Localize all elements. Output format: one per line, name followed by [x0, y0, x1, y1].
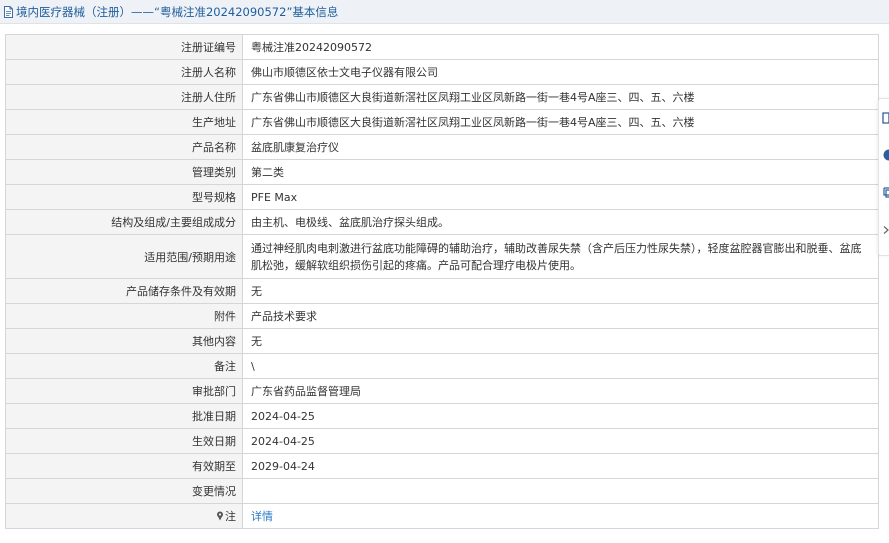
table-row: 注册证编号 粤械注准20242090572	[5, 34, 879, 60]
document-icon[interactable]	[881, 111, 889, 125]
page: 境内医疗器械（注册）——“粤械注准20242090572”基本信息 注册证编号 …	[0, 0, 889, 543]
note-label: 注	[225, 510, 236, 523]
table-row: 适用范围/预期用途 通过神经肌肉电刺激进行盆底功能障碍的辅助治疗，辅助改善尿失禁…	[5, 234, 879, 279]
table-row: 批准日期 2024-04-25	[5, 403, 879, 429]
side-toolbar	[878, 98, 889, 256]
table-row: 附件 产品技术要求	[5, 303, 879, 329]
row-label: 其他内容	[5, 328, 243, 354]
row-label: 审批部门	[5, 378, 243, 404]
row-label: 批准日期	[5, 403, 243, 429]
table-row: 其他内容 无	[5, 328, 879, 354]
table-row: 管理类别 第二类	[5, 159, 879, 185]
row-value: 广东省佛山市顺德区大良街道新滘社区凤翔工业区凤新路一街一巷4号A座三、四、五、六…	[242, 109, 879, 135]
row-value: 盆底肌康复治疗仪	[242, 134, 879, 160]
table-row: 生产地址 广东省佛山市顺德区大良街道新滘社区凤翔工业区凤新路一街一巷4号A座三、…	[5, 109, 879, 135]
row-value: 广东省佛山市顺德区大良街道新滘社区凤翔工业区凤新路一街一巷4号A座三、四、五、六…	[242, 84, 879, 110]
table-row: 有效期至 2029-04-24	[5, 453, 879, 479]
row-value: 产品技术要求	[242, 303, 879, 329]
row-label: 注册人名称	[5, 59, 243, 85]
info-icon[interactable]	[881, 148, 889, 162]
page-title: 境内医疗器械（注册）——“粤械注准20242090572”基本信息	[16, 4, 339, 19]
row-value: 通过神经肌肉电刺激进行盆底功能障碍的辅助治疗，辅助改善尿失禁（含产后压力性尿失禁…	[242, 234, 879, 279]
row-value: 无	[242, 278, 879, 304]
row-value: 2024-04-25	[242, 403, 879, 429]
info-table: 注册证编号 粤械注准20242090572 注册人名称 佛山市顺德区依士文电子仪…	[5, 34, 879, 529]
table-row: 注册人名称 佛山市顺德区依士文电子仪器有限公司	[5, 59, 879, 85]
row-value: 广东省药品监督管理局	[242, 378, 879, 404]
row-label: 结构及组成/主要组成成分	[5, 209, 243, 235]
table-row: 审批部门 广东省药品监督管理局	[5, 378, 879, 404]
row-label: 产品储存条件及有效期	[5, 278, 243, 304]
document-icon	[4, 5, 13, 18]
row-value: PFE Max	[242, 184, 879, 210]
row-value: 粤械注准20242090572	[242, 34, 879, 60]
table-row: 注册人住所 广东省佛山市顺德区大良街道新滘社区凤翔工业区凤新路一街一巷4号A座三…	[5, 84, 879, 110]
note-value-cell: 详情	[242, 503, 879, 529]
row-label: 产品名称	[5, 134, 243, 160]
row-value: 第二类	[242, 159, 879, 185]
row-value: 2024-04-25	[242, 428, 879, 454]
table-row: 型号规格 PFE Max	[5, 184, 879, 210]
row-label: 有效期至	[5, 453, 243, 479]
details-link[interactable]: 详情	[251, 510, 273, 523]
table-row: 产品储存条件及有效期 无	[5, 278, 879, 304]
row-label: 生产地址	[5, 109, 243, 135]
table-row: 结构及组成/主要组成成分 由主机、电极线、盆底肌治疗探头组成。	[5, 209, 879, 235]
row-label: 注册证编号	[5, 34, 243, 60]
row-label: 管理类别	[5, 159, 243, 185]
table-row: 备注 \	[5, 353, 879, 379]
row-value: \	[242, 353, 879, 379]
pin-icon	[217, 511, 223, 521]
row-value	[242, 478, 879, 504]
note-label-cell: 注	[5, 503, 243, 529]
row-label: 备注	[5, 353, 243, 379]
row-label: 适用范围/预期用途	[5, 234, 243, 279]
row-value: 无	[242, 328, 879, 354]
table-row: 生效日期 2024-04-25	[5, 428, 879, 454]
row-label: 注册人住所	[5, 84, 243, 110]
row-label: 变更情况	[5, 478, 243, 504]
row-label: 生效日期	[5, 428, 243, 454]
copy-icon[interactable]	[881, 185, 889, 199]
row-label: 型号规格	[5, 184, 243, 210]
table-row: 产品名称 盆底肌康复治疗仪	[5, 134, 879, 160]
row-value: 佛山市顺德区依士文电子仪器有限公司	[242, 59, 879, 85]
row-value: 由主机、电极线、盆底肌治疗探头组成。	[242, 209, 879, 235]
chevron-right-icon[interactable]	[881, 223, 889, 237]
table-row: 变更情况	[5, 478, 879, 504]
header-bar: 境内医疗器械（注册）——“粤械注准20242090572”基本信息	[0, 0, 889, 24]
row-label: 附件	[5, 303, 243, 329]
table-row: 注 详情	[5, 503, 879, 529]
row-value: 2029-04-24	[242, 453, 879, 479]
